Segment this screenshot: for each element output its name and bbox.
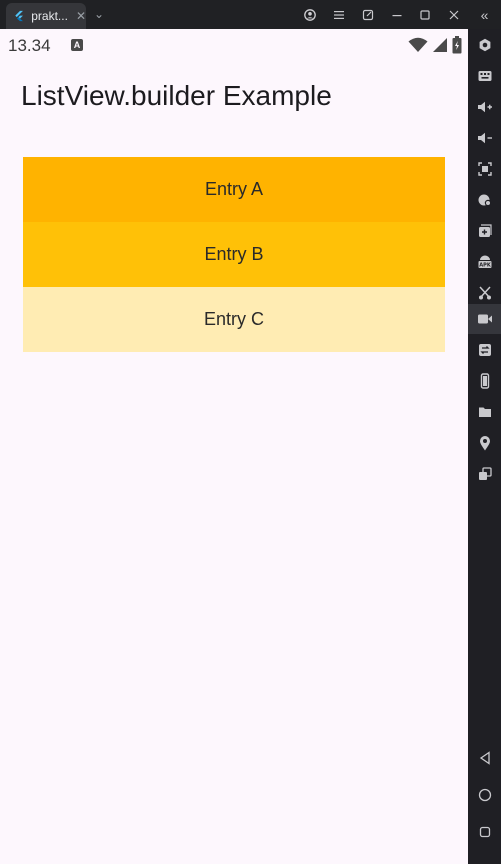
notification-badge: A xyxy=(71,39,83,51)
list-item-label: Entry A xyxy=(204,179,264,199)
pop-out-icon[interactable] xyxy=(354,0,382,29)
account-icon[interactable] xyxy=(296,0,324,29)
emulator-toolbar: APK xyxy=(468,29,501,864)
tab-close-icon[interactable]: ✕ xyxy=(76,10,86,22)
page-title: ListView.builder Example xyxy=(21,80,332,111)
screenshot-icon[interactable] xyxy=(468,154,501,184)
minimize-icon[interactable] xyxy=(383,0,411,29)
svg-text:APK: APK xyxy=(479,263,492,269)
battery-icon xyxy=(452,36,462,54)
title-bar: prakt... ✕ ⌄ xyxy=(0,0,501,29)
back-icon[interactable] xyxy=(468,743,501,773)
volume-up-icon[interactable] xyxy=(468,92,501,122)
signal-icon xyxy=(433,38,447,52)
keyboard-icon[interactable] xyxy=(468,61,501,91)
apk-install-icon[interactable]: APK xyxy=(468,247,501,277)
list-item-entry-a[interactable]: Entry A xyxy=(23,157,445,222)
device-screen: 13.34 A ListView.builder Example Entry A… xyxy=(0,29,468,864)
status-time: 13.34 xyxy=(8,36,51,55)
home-icon[interactable] xyxy=(468,780,501,810)
recents-icon[interactable] xyxy=(468,817,501,847)
tab-title: prakt... xyxy=(31,9,68,23)
location-icon[interactable] xyxy=(468,428,501,458)
flutter-logo-icon xyxy=(15,10,23,22)
list-item-entry-c[interactable]: Entry C xyxy=(23,287,445,352)
tab-dropdown-icon[interactable]: ⌄ xyxy=(94,7,104,21)
settings-icon[interactable] xyxy=(468,30,501,60)
multi-window-icon[interactable] xyxy=(468,459,501,489)
entry-list: Entry A Entry B Entry C xyxy=(23,157,445,352)
rotate-icon[interactable] xyxy=(468,185,501,215)
sync-icon[interactable] xyxy=(468,335,501,365)
folder-icon[interactable] xyxy=(468,397,501,427)
status-bar: 13.34 A xyxy=(0,29,468,61)
browser-tab[interactable]: prakt... ✕ xyxy=(6,3,86,29)
list-item-label: Entry C xyxy=(203,309,264,329)
multi-instance-icon[interactable] xyxy=(468,216,501,246)
list-item-entry-b[interactable]: Entry B xyxy=(23,222,445,287)
menu-icon[interactable] xyxy=(325,0,353,29)
maximize-icon[interactable] xyxy=(411,0,439,29)
phone-rotate-icon[interactable] xyxy=(468,366,501,396)
list-item-label: Entry B xyxy=(204,244,264,264)
screen-record-icon[interactable] xyxy=(468,304,501,334)
wifi-icon xyxy=(408,37,428,52)
close-icon[interactable] xyxy=(440,0,468,29)
collapse-panel-button[interactable]: « xyxy=(468,0,501,29)
emulator-window: prakt... ✕ ⌄ « 13.34 A ListView.builder … xyxy=(0,0,501,864)
volume-down-icon[interactable] xyxy=(468,123,501,153)
